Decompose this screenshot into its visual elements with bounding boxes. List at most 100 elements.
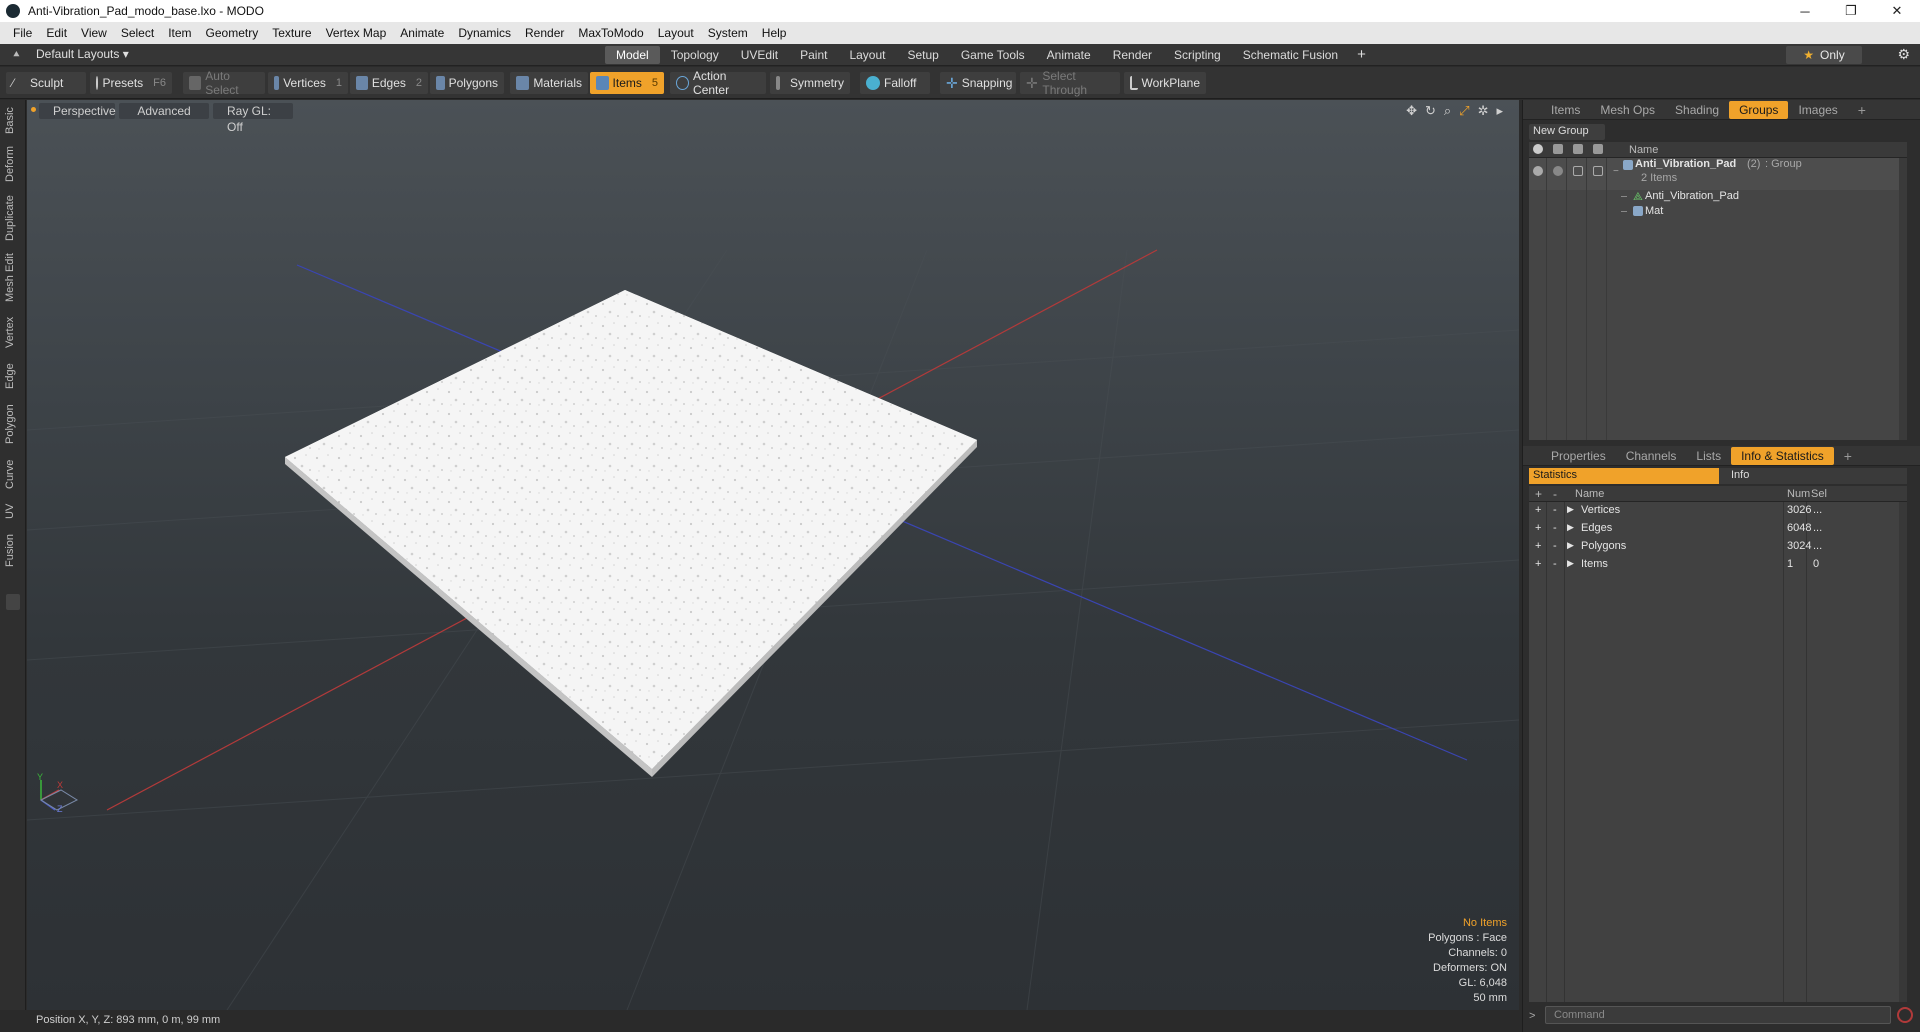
tab-model[interactable]: Model [605,46,660,64]
menu-texture[interactable]: Texture [265,26,318,40]
advanced-dropdown[interactable]: Advanced [119,103,209,119]
collapse-edges-button[interactable]: - [1553,522,1557,534]
info-subtab[interactable]: Info [1719,468,1907,484]
collapse-toggle[interactable]: − [1613,166,1621,177]
add-stats-tab-button[interactable]: + [1834,447,1862,465]
tab-fusion[interactable]: Fusion [4,528,22,572]
statistics-subtab[interactable]: Statistics [1529,468,1719,484]
tab-uv[interactable]: UV [4,498,22,524]
tab-schematic-fusion[interactable]: Schematic Fusion [1232,46,1349,64]
tab-animate[interactable]: Animate [1036,46,1102,64]
menu-item[interactable]: Item [161,26,198,40]
tab-mesh-ops[interactable]: Mesh Ops [1590,101,1665,119]
menu-animate[interactable]: Animate [393,26,451,40]
tab-setup[interactable]: Setup [896,46,949,64]
menu-edit[interactable]: Edit [39,26,74,40]
expand-panel-button[interactable] [6,594,20,610]
tab-curve[interactable]: Curve [4,454,22,494]
tab-render[interactable]: Render [1102,46,1163,64]
tab-deform[interactable]: Deform [4,142,22,186]
gear-icon[interactable]: ⚙ [1897,46,1910,63]
maximize-button[interactable]: ❐ [1828,0,1874,22]
viewport-scene[interactable] [27,100,1519,1010]
add-panel-tab-button[interactable]: + [1848,101,1876,119]
groups-list[interactable]: − Anti_Vibration_Pad (2) : Group 2 Items… [1529,158,1907,440]
items-button[interactable]: Items 5 [590,72,664,94]
close-button[interactable]: ✕ [1874,0,1920,22]
vertices-button[interactable]: Vertices 1 [268,72,348,94]
tab-shading[interactable]: Shading [1665,101,1729,119]
menu-vertex-map[interactable]: Vertex Map [319,26,394,40]
fit-view-icon[interactable]: ⤢ [1459,103,1469,119]
child-item-mat[interactable]: Mat [1645,205,1663,217]
expand-edges-button[interactable]: + [1535,522,1541,534]
groups-scrollbar[interactable] [1899,158,1907,440]
layouts-dropdown[interactable]: ⯅ Default Layouts ▾ [12,47,129,61]
menu-layout[interactable]: Layout [651,26,701,40]
tab-game-tools[interactable]: Game Tools [950,46,1036,64]
menu-maxtomodo[interactable]: MaxToModo [571,26,650,40]
tab-groups[interactable]: Groups [1729,100,1789,119]
falloff-button[interactable]: Falloff [860,72,930,94]
collapse-items-button[interactable]: - [1553,558,1557,570]
command-input[interactable]: Command [1545,1006,1891,1024]
move-view-icon[interactable]: ✥ [1406,103,1417,119]
tab-mesh-edit[interactable]: Mesh Edit [4,250,22,306]
stats-row-items[interactable]: + - ▶ Items 1 0 [1529,556,1907,574]
stats-scrollbar[interactable] [1899,502,1907,1002]
tab-duplicate[interactable]: Duplicate [4,190,22,246]
tab-properties[interactable]: Properties [1541,447,1616,465]
expand-arrow-icon[interactable]: ▶ [1567,540,1574,551]
expand-arrow-icon[interactable]: ▶ [1567,558,1574,569]
expand-all-button[interactable]: + [1535,487,1542,501]
snapping-button[interactable]: ✛ Snapping [940,72,1016,94]
select-through-button[interactable]: ✛ Select Through [1020,69,1120,97]
perspective-dropdown[interactable]: Perspective [39,103,116,119]
add-tab-button[interactable]: + [1349,46,1374,64]
new-group-button[interactable]: New Group [1529,124,1605,140]
tab-vertex[interactable]: Vertex [4,310,22,354]
only-toggle[interactable]: ★ Only [1786,46,1862,64]
viewport-play-icon[interactable]: ▸ [1496,103,1503,119]
menu-system[interactable]: System [701,26,755,40]
action-center-button[interactable]: Action Center [670,69,766,97]
materials-button[interactable]: Materials [510,72,588,94]
collapse-vertices-button[interactable]: - [1553,504,1557,516]
tab-info-statistics[interactable]: Info & Statistics [1731,446,1834,465]
rotate-view-icon[interactable]: ↻ [1425,103,1436,119]
expand-arrow-icon[interactable]: ▶ [1567,522,1574,533]
tab-edge[interactable]: Edge [4,358,22,394]
raygl-dropdown[interactable]: Ray GL: Off [213,103,293,134]
tab-uvedit[interactable]: UVEdit [730,46,789,64]
3d-viewport[interactable]: Y X Z Perspective Advanced Ray GL: Off ✥… [27,100,1519,1010]
tab-items[interactable]: Items [1541,101,1590,119]
menu-select[interactable]: Select [114,26,161,40]
child-item-mesh[interactable]: Anti_Vibration_Pad [1645,190,1739,202]
tab-channels[interactable]: Channels [1616,447,1687,465]
symmetry-button[interactable]: Symmetry [770,72,850,94]
tab-polygon[interactable]: Polygon [4,398,22,450]
auto-select-button[interactable]: Auto Select [183,69,265,97]
sculpt-button[interactable]: ⁄ Sculpt [6,72,86,94]
expand-polygons-button[interactable]: + [1535,540,1541,552]
presets-button[interactable]: Presets F6 [90,72,172,94]
tab-paint[interactable]: Paint [789,46,838,64]
menu-geometry[interactable]: Geometry [199,26,266,40]
workplane-button[interactable]: WorkPlane [1124,72,1206,94]
stats-row-vertices[interactable]: + - ▶ Vertices 3026 ... [1529,502,1907,520]
expand-items-button[interactable]: + [1535,558,1541,570]
tab-scripting[interactable]: Scripting [1163,46,1232,64]
menu-help[interactable]: Help [755,26,794,40]
record-icon[interactable] [1897,1007,1913,1023]
viewport-settings-icon[interactable]: ✲ [1478,103,1489,119]
collapse-all-button[interactable]: - [1553,487,1557,501]
expand-arrow-icon[interactable]: ▶ [1567,504,1574,515]
zoom-view-icon[interactable]: ⌕ [1444,103,1451,119]
viewport-menu-dot[interactable] [31,107,36,112]
minimize-button[interactable]: ─ [1782,0,1828,22]
tab-images[interactable]: Images [1788,101,1847,119]
collapse-polygons-button[interactable]: - [1553,540,1557,552]
menu-view[interactable]: View [74,26,114,40]
tab-layout[interactable]: Layout [838,46,896,64]
menu-render[interactable]: Render [518,26,571,40]
